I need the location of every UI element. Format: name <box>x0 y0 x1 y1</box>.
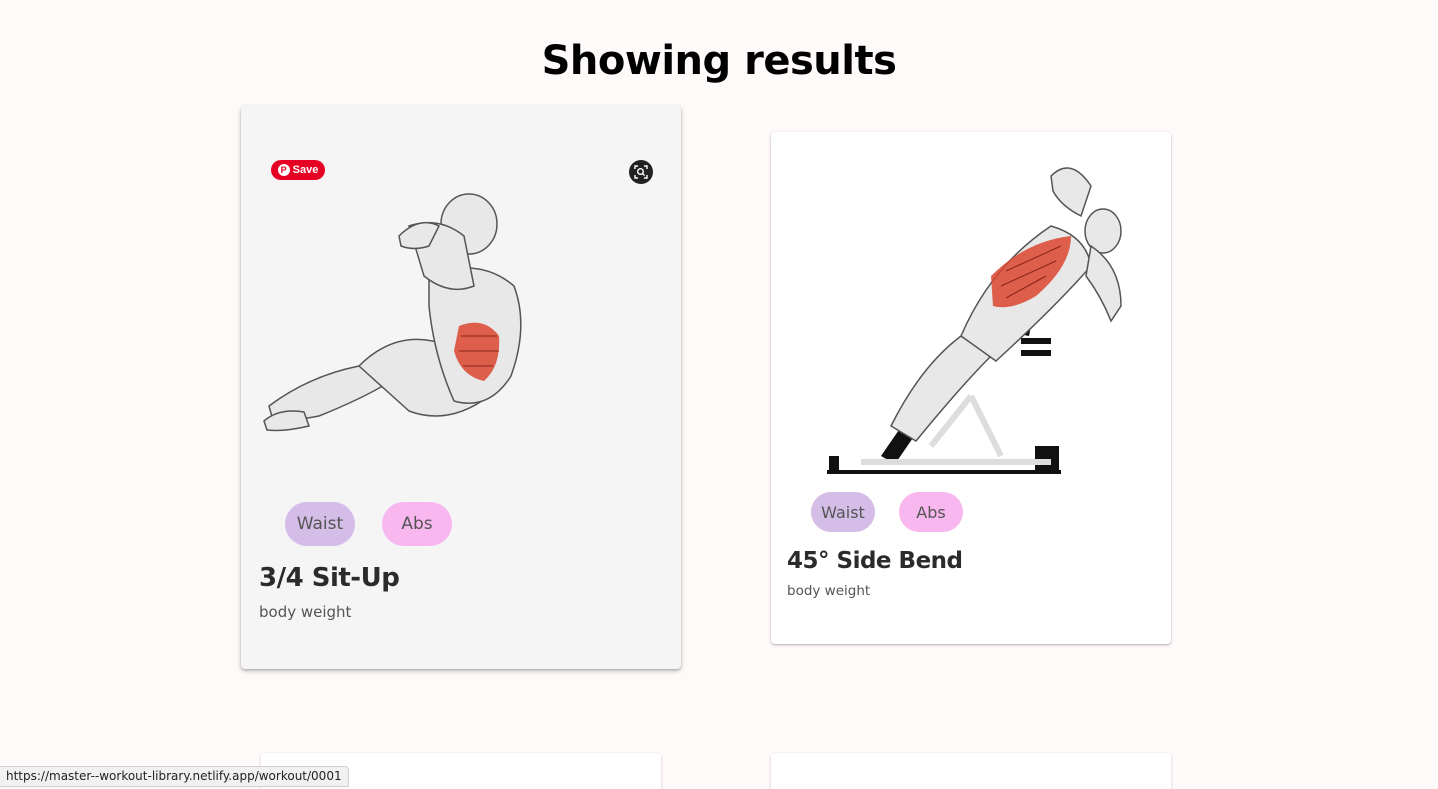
pinterest-icon: P <box>277 164 290 176</box>
exercise-card-partial[interactable] <box>771 753 1171 789</box>
exercise-title: 3/4 Sit-Up <box>259 563 400 593</box>
exercise-title: 45° Side Bend <box>787 548 963 574</box>
tag-chip-waist[interactable]: Waist <box>285 502 355 546</box>
exercise-equipment: body weight <box>787 583 871 599</box>
exercise-card[interactable]: Waist Abs 45° Side Bend body weight <box>771 132 1171 644</box>
results-page: Showing results P Save Waist Abs 3/4 Sit… <box>0 0 1438 789</box>
pinterest-save-button[interactable]: P Save <box>271 160 325 180</box>
exercise-illustration <box>827 167 1122 474</box>
tag-chip-waist[interactable]: Waist <box>811 492 875 532</box>
exercise-card[interactable]: P Save Waist Abs 3/4 Sit-Up body weight <box>241 106 681 669</box>
exercise-equipment: body weight <box>259 603 352 621</box>
page-title: Showing results <box>541 38 897 84</box>
tag-chip-abs[interactable]: Abs <box>899 492 963 532</box>
browser-status-bar-url: https://master--workout-library.netlify.… <box>0 766 349 787</box>
visual-search-icon <box>634 165 648 179</box>
pinterest-save-label: Save <box>292 164 319 176</box>
exercise-illustration <box>263 193 522 432</box>
visual-search-button[interactable] <box>629 160 653 184</box>
tag-chip-abs[interactable]: Abs <box>382 502 452 546</box>
